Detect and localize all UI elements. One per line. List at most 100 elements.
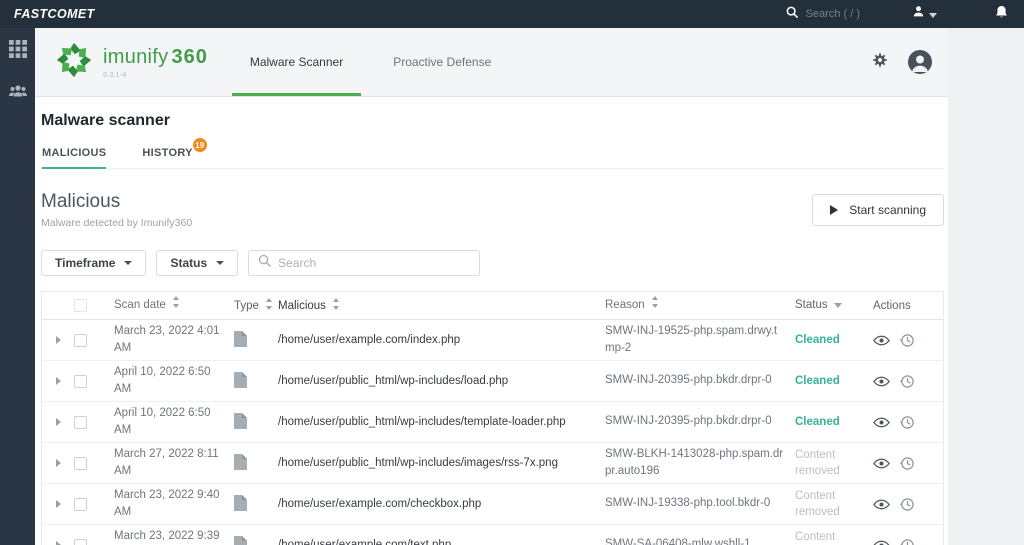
sidebar-item-apps[interactable] (8, 40, 27, 63)
reason-cell: SMW-INJ-19338-php.tool.bkdr-0 (605, 497, 771, 510)
view-file-button[interactable] (873, 499, 890, 510)
grid-icon (8, 40, 27, 63)
actions-cell (873, 333, 943, 348)
topbar-search[interactable]: Search ( / ) (786, 5, 860, 23)
notifications-bell[interactable] (995, 5, 1008, 24)
expand-row-icon[interactable] (55, 336, 61, 344)
row-checkbox[interactable] (74, 333, 87, 347)
logo-360-text: 360 (171, 45, 208, 68)
column-scan-date[interactable]: Scan date (114, 296, 234, 314)
file-icon (234, 535, 247, 545)
sort-icon (651, 296, 659, 314)
tab-proactive-defense[interactable]: Proactive Defense (389, 28, 495, 96)
malicious-path-cell: /home/user/example.com/text.php (278, 539, 452, 545)
table-row: March 23, 2022 9:40 AM /home/user/exampl… (42, 484, 943, 525)
column-type[interactable]: Type (234, 298, 278, 313)
status-cell: Content removed (795, 489, 840, 518)
main-layout: imunify 360 6.3.1-4 Malware Scanner Proa… (0, 28, 1024, 545)
imunify-header: imunify 360 6.3.1-4 Malware Scanner Proa… (35, 28, 948, 97)
column-status[interactable]: Status (795, 297, 873, 313)
column-actions: Actions (873, 299, 911, 312)
scan-date-cell: April 10, 2022 6:50 AM (114, 406, 211, 436)
malicious-path-cell: /home/user/public_html/wp-includes/image… (278, 457, 558, 469)
page-title: Malware scanner (41, 112, 170, 129)
settings-button[interactable] (872, 52, 888, 73)
type-cell (234, 453, 278, 473)
chevron-down-icon (216, 261, 225, 265)
section-title: Malicious (41, 191, 121, 212)
view-file-button[interactable] (873, 458, 890, 469)
expand-row-icon[interactable] (55, 418, 61, 426)
chevron-down-icon (929, 5, 937, 23)
status-cell: Content removed (795, 448, 840, 477)
file-icon (234, 371, 247, 391)
column-malicious[interactable]: Malicious (278, 298, 605, 313)
sort-icon (332, 298, 340, 313)
restore-history-button[interactable] (900, 374, 915, 389)
row-checkbox[interactable] (74, 374, 87, 388)
fastcomet-logo[interactable]: FASTCOMET (14, 7, 95, 21)
malicious-path-cell: /home/user/example.com/index.php (278, 334, 461, 346)
column-reason[interactable]: Reason (605, 296, 795, 314)
content-area: imunify 360 6.3.1-4 Malware Scanner Proa… (35, 28, 1024, 545)
reason-cell: SMW-INJ-19525-php.spam.drwy.tmp-2 (605, 324, 778, 354)
expand-row-icon[interactable] (55, 500, 61, 508)
file-icon (234, 453, 247, 473)
expand-row-icon[interactable] (55, 377, 61, 385)
select-all-checkbox[interactable] (74, 299, 87, 312)
tab-malware-scanner[interactable]: Malware Scanner (231, 28, 362, 96)
tab-history[interactable]: HISTORY 19 (142, 138, 207, 168)
view-file-button[interactable] (873, 335, 890, 346)
expand-row-icon[interactable] (55, 541, 61, 545)
restore-history-button[interactable] (900, 415, 915, 430)
status-cell: Cleaned (795, 415, 840, 428)
logo-imunify-text: imunify (103, 45, 169, 68)
restore-history-button[interactable] (900, 538, 915, 545)
restore-history-button[interactable] (900, 333, 915, 348)
table-row: April 10, 2022 6:50 AM /home/user/public… (42, 361, 943, 402)
view-file-button[interactable] (873, 540, 890, 545)
table-header-row: Scan date Type Malicious Reason Status A… (42, 292, 943, 320)
restore-history-button[interactable] (900, 456, 915, 471)
view-file-button[interactable] (873, 376, 890, 387)
search-input[interactable] (278, 256, 471, 270)
malicious-path-cell: /home/user/public_html/wp-includes/templ… (278, 416, 566, 428)
page-tabs: MALICIOUS HISTORY 19 (41, 138, 944, 169)
table-row: March 23, 2022 4:01 AM /home/user/exampl… (42, 320, 943, 361)
row-checkbox[interactable] (74, 456, 87, 470)
topbar-user-menu[interactable] (912, 5, 937, 23)
search-icon (258, 254, 271, 272)
tab-malicious[interactable]: MALICIOUS (42, 147, 107, 169)
users-icon (8, 83, 28, 104)
actions-cell (873, 497, 943, 512)
type-cell (234, 371, 278, 391)
sidebar-item-users[interactable] (8, 83, 28, 104)
view-file-button[interactable] (873, 417, 890, 428)
malware-scanner-page: Malware scanner MALICIOUS HISTORY 19 Mal… (35, 97, 948, 545)
malicious-path-cell: /home/user/example.com/checkbox.php (278, 498, 482, 510)
row-checkbox[interactable] (74, 415, 87, 429)
expand-row-icon[interactable] (55, 459, 61, 467)
file-icon (234, 412, 247, 432)
topbar-right: Search ( / ) (786, 5, 1008, 24)
restore-history-button[interactable] (900, 497, 915, 512)
bell-icon (995, 5, 1008, 24)
malicious-table: Scan date Type Malicious Reason Status A… (41, 291, 944, 545)
actions-cell (873, 374, 943, 389)
timeframe-dropdown[interactable]: Timeframe (41, 250, 147, 276)
status-dropdown[interactable]: Status (156, 250, 239, 276)
host-sidebar (0, 28, 35, 545)
malicious-path-cell: /home/user/public_html/wp-includes/load.… (278, 375, 509, 387)
actions-cell (873, 456, 943, 471)
status-cell: Content removed (795, 530, 836, 543)
sort-icon (172, 296, 180, 314)
chevron-down-icon (833, 297, 842, 313)
avatar[interactable] (908, 50, 932, 74)
plugin-tabs: Malware Scanner Proactive Defense (231, 28, 495, 96)
row-checkbox[interactable] (74, 497, 87, 511)
row-checkbox[interactable] (74, 538, 87, 545)
start-scanning-button[interactable]: Start scanning (812, 194, 944, 226)
file-icon (234, 330, 247, 350)
history-count-badge: 19 (192, 138, 207, 152)
imunify-logo: imunify 360 6.3.1-4 (55, 28, 208, 96)
